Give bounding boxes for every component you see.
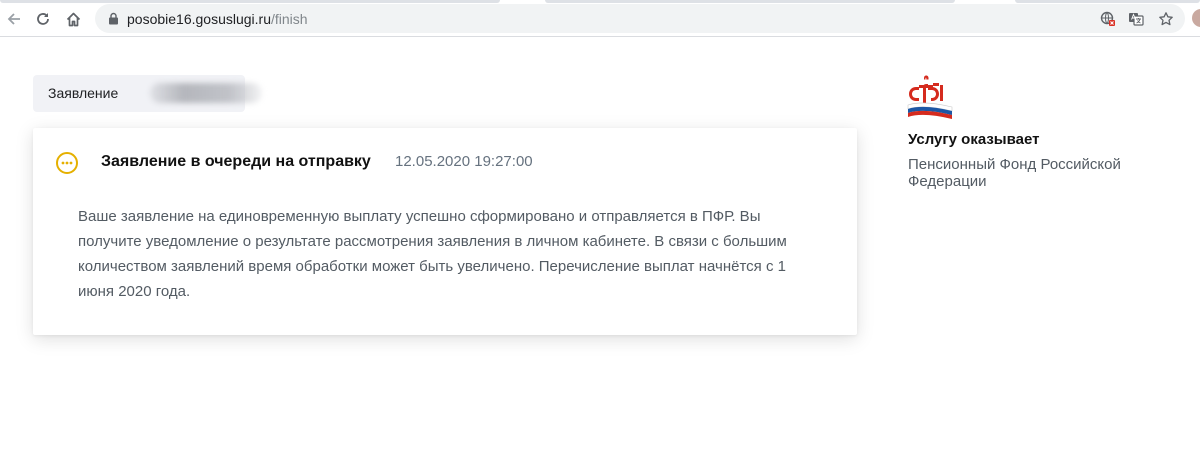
url-path: /finish — [271, 11, 308, 27]
pfr-logo-icon — [907, 75, 953, 119]
translate-button[interactable] — [1127, 10, 1145, 28]
application-label: Заявление — [48, 85, 119, 101]
reload-icon — [37, 13, 49, 25]
provider-name: Пенсионный Фонд Российской Федерации — [908, 156, 1121, 190]
site-permissions-button[interactable] — [1099, 10, 1117, 28]
application-number-chip: Заявление — [33, 75, 262, 112]
back-arrow-icon — [7, 13, 20, 25]
status-title: Заявление в очереди на отправку — [101, 153, 371, 170]
profile-avatar[interactable] — [1192, 9, 1200, 27]
translate-icon — [1129, 13, 1144, 26]
back-button[interactable] — [3, 8, 25, 30]
lock-icon — [109, 12, 118, 25]
status-datetime: 12.05.2020 19:27:00 — [395, 153, 533, 170]
tab-strip-edge — [1015, 0, 1200, 3]
home-button[interactable] — [62, 8, 84, 30]
bookmark-star-button[interactable] — [1157, 10, 1175, 28]
site-permissions-icon — [1100, 11, 1115, 26]
tab-strip-edge — [545, 0, 955, 3]
redacted-application-number — [150, 83, 262, 103]
provider-heading: Услугу оказывает — [908, 131, 1040, 148]
pending-ellipsis-icon — [56, 152, 78, 174]
address-bar[interactable]: posobie16.gosuslugi.ru/finish — [95, 4, 1185, 33]
star-icon — [1159, 12, 1173, 26]
url-host: posobie16.gosuslugi.ru — [127, 11, 271, 27]
status-message: Ваше заявление на единовременную выплату… — [78, 208, 787, 300]
reload-button[interactable] — [32, 8, 54, 30]
browser-toolbar: posobie16.gosuslugi.ru/finish — [0, 0, 1200, 37]
status-card: Заявление в очереди на отправку 12.05.20… — [33, 128, 857, 335]
home-icon — [66, 12, 80, 26]
tab-strip-edge — [0, 0, 500, 3]
url-text: posobie16.gosuslugi.ru/finish — [127, 11, 308, 27]
